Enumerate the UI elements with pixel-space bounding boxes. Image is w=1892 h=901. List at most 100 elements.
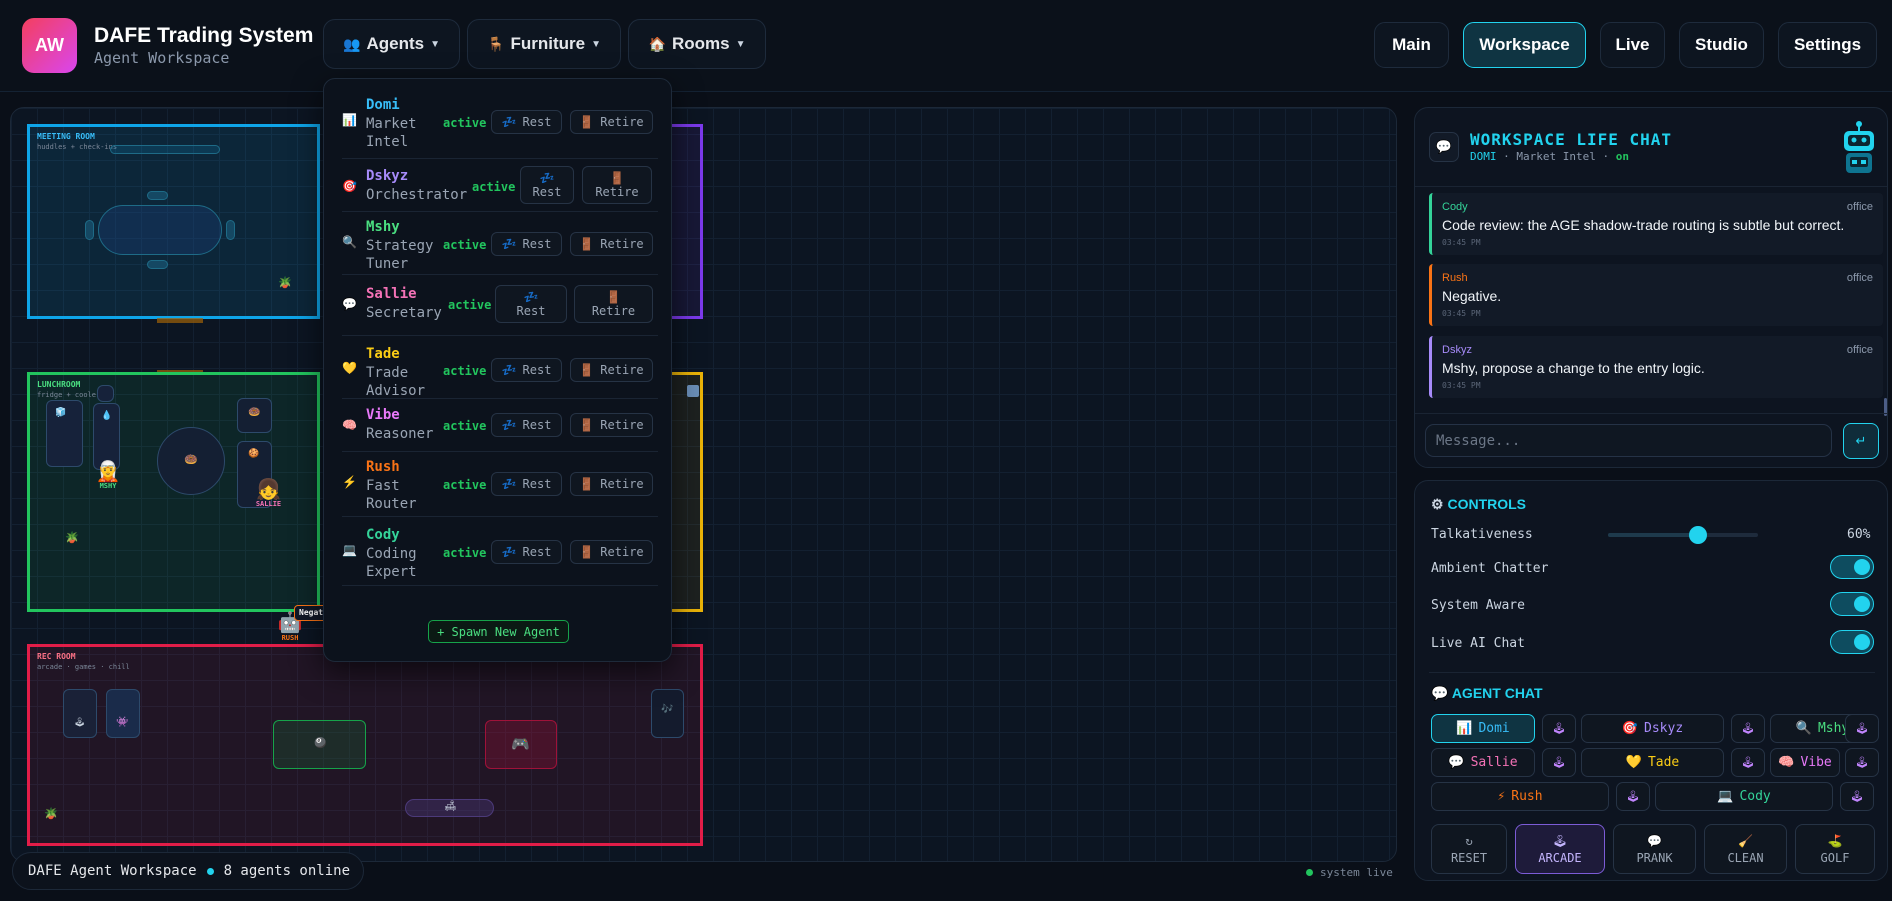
rest-button[interactable]: 💤 Rest [495,285,567,323]
joystick-icon[interactable]: 🕹 [1845,748,1879,777]
retire-label: Retire [600,545,644,559]
agent-name: Cody [366,527,400,543]
slider-fill [1608,533,1698,537]
agent-chip-dskyz[interactable]: 🎯 Dskyz [1581,714,1724,743]
message-input[interactable] [1425,424,1832,457]
rooms-menu-button[interactable]: 🏠 Rooms ▼ [628,19,766,69]
nav-workspace[interactable]: Workspace [1463,22,1586,68]
house-icon: 🏠 [648,35,666,52]
rest-button[interactable]: 💤 Rest [491,358,562,382]
meeting-table [98,205,222,255]
workspace-map[interactable]: MEETING ROOM huddles + check-ins 🪴 LUNCH… [10,107,1397,862]
joystick-icon[interactable]: 🕹 [1542,714,1576,743]
retire-button[interactable]: 🚪 Retire [570,232,653,256]
joystick-icon[interactable]: 🕹 [1542,748,1576,777]
agent-role-line: Strategy [366,238,434,254]
sleep-icon: 💤 [501,363,517,377]
ambient-chatter-toggle[interactable] [1830,555,1874,579]
retire-button[interactable]: 🚪 Retire [570,358,653,382]
joystick-icon[interactable]: 🕹 [1731,714,1765,743]
retire-button[interactable]: 🚪 Retire [570,110,653,134]
character-mshy[interactable]: 🧝 MSHY [93,460,123,490]
gamepad-icon: 🎮 [511,736,530,753]
rest-button[interactable]: 💤 Rest [520,166,574,204]
retire-button[interactable]: 🚪 Retire [570,413,653,437]
retire-button[interactable]: 🚪 Retire [570,540,653,564]
agent-row-vibe[interactable]: 🧠 Vibe Reasoner active 💤 Rest 🚪 Retire [342,400,658,452]
agent-chip-cody[interactable]: 💻 Cody [1655,782,1833,811]
rec-room[interactable]: REC ROOM arcade · games · chill 🕹 👾 🎱 🎮 … [27,644,703,846]
plant-icon: 🪴 [44,808,58,820]
agent-chip-sallie[interactable]: 💬 Sallie [1431,748,1535,777]
nav-main[interactable]: Main [1374,22,1449,68]
chip-label: Dskyz [1644,721,1684,736]
message-text: Code review: the AGE shadow-trade routin… [1442,217,1845,233]
chevron-down-icon: ▼ [735,38,746,50]
fridge[interactable]: 🧊 [46,400,83,467]
window [687,385,699,397]
pool-table[interactable]: 🎱 [273,720,366,769]
agent-row-mshy[interactable]: 🔍 Mshy Strategy Tuner active 💤 Rest 🚪 Reti… [342,213,658,275]
rest-button[interactable]: 💤 Rest [491,110,562,134]
agent-row-domi[interactable]: 📊 Domi Market Intel active 💤 Rest 🚪 Retire [342,97,658,159]
character-sallie[interactable]: 👧 SALLIE [251,478,286,508]
clean-button[interactable]: 🧹 CLEAN [1704,824,1787,874]
app-logo: AW [22,18,77,73]
rest-button[interactable]: 💤 Rest [491,232,562,256]
ambient-chatter-label: Ambient Chatter [1431,561,1549,576]
game-console[interactable]: 🎮 [485,720,557,769]
message-time: 03:45 PM [1442,381,1481,390]
arcade-button[interactable]: 🕹 ARCADE [1515,824,1605,874]
door-icon: 🚪 [606,290,621,304]
agent-chip-tade[interactable]: 💛 Tade [1581,748,1724,777]
agent-chip-domi[interactable]: 📊 Domi [1431,714,1535,743]
rest-button[interactable]: 💤 Rest [491,540,562,564]
prank-button[interactable]: 💬 PRANK [1613,824,1696,874]
nav-live[interactable]: Live [1600,22,1665,68]
reset-button[interactable]: ↻ RESET [1431,824,1507,874]
chip-label: Domi [1478,721,1510,736]
lunchroom[interactable]: LUNCHROOM fridge + cooler 🧊 💧 🍩 🍩 🍪 🧝 MS… [27,372,320,612]
arcade-cabinet[interactable]: 🕹 [63,689,97,738]
retire-button[interactable]: 🚪 Retire [582,166,652,204]
joystick-icon[interactable]: 🕹 [1840,782,1874,811]
rest-button[interactable]: 💤 Rest [491,472,562,496]
agent-row-rush[interactable]: ⚡ Rush Fast Router active 💤 Rest 🚪 Retire [342,453,658,517]
agent-row-cody[interactable]: 💻 Cody Coding Expert active 💤 Rest 🚪 Retir… [342,518,658,586]
arcade-cabinet[interactable]: 👾 [106,689,140,738]
nav-studio[interactable]: Studio [1679,22,1764,68]
chat-message: Cody office Code review: the AGE shadow-… [1429,193,1883,255]
furniture-menu-button[interactable]: 🪑 Furniture ▼ [467,19,621,69]
joystick-icon[interactable]: 🕹 [1616,782,1650,811]
system-aware-toggle[interactable] [1830,592,1874,616]
chip-label: Vibe [1800,755,1832,770]
rest-label: Rest [522,545,552,559]
joystick-icon[interactable]: 🕹 [1845,714,1879,743]
live-ai-chat-toggle[interactable] [1830,630,1874,654]
action-label: RESET [1450,850,1488,865]
joystick-icon[interactable]: 🕹 [1731,748,1765,777]
agent-chip-vibe[interactable]: 🧠 Vibe [1770,748,1840,777]
retire-button[interactable]: 🚪 Retire [574,285,653,323]
rest-label: Rest [522,237,552,251]
rest-label: Rest [522,418,552,432]
agent-status: active [443,364,487,378]
agent-row-dskyz[interactable]: 🎯 Dskyz Orchestrator active 💤 Rest 🚪 Retir… [342,160,658,212]
talkativeness-slider[interactable] [1608,526,1758,544]
nav-settings[interactable]: Settings [1778,22,1877,68]
golf-button[interactable]: ⛳ GOLF [1795,824,1875,874]
agent-chip-rush[interactable]: ⚡ Rush [1431,782,1609,811]
agents-menu-button[interactable]: 👥 Agents ▼ [323,19,460,69]
heart-icon: 💛 [1625,755,1642,770]
agent-row-tade[interactable]: 💛 Tade Trade Advisor active 💤 Rest 🚪 Retir… [342,337,658,399]
rest-button[interactable]: 💤 Rest [491,413,562,437]
meeting-room[interactable]: MEETING ROOM huddles + check-ins 🪴 [27,124,320,319]
send-button[interactable]: ↵ [1843,423,1879,459]
slider-thumb[interactable] [1689,526,1707,544]
system-aware-label: System Aware [1431,598,1525,613]
joystick-icon: 🕹 [74,717,86,727]
spawn-agent-button[interactable]: + Spawn New Agent [428,620,569,643]
controls-heading: ⚙ CONTROLS [1431,496,1526,513]
agent-row-sallie[interactable]: 💬 Sallie Secretary active 💤 Rest 🚪 Retire [342,276,658,336]
retire-button[interactable]: 🚪 Retire [570,472,653,496]
